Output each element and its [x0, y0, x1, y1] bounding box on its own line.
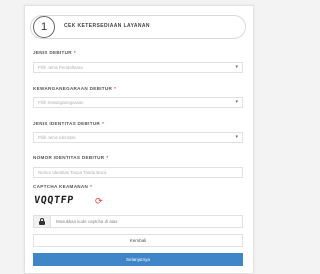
captcha-input-placeholder: Masukkan kode captcha di atas	[56, 219, 118, 224]
kewarganegaraan-placeholder: Pilih Kewarganegaraan	[38, 100, 84, 105]
form-card: 1 CEK KETERSEDIAAN LAYANAN JENIS DEBITUR…	[24, 5, 254, 274]
chevron-down-icon: ▾	[235, 64, 238, 70]
captcha-input[interactable]: Masukkan kode captcha di atas	[33, 215, 243, 228]
kewarganegaraan-select[interactable]: Pilih Kewarganegaraan ▾	[33, 97, 243, 108]
jenis-debitur-select[interactable]: Pilih Jenis Pendaftaran ▾	[33, 62, 243, 73]
chevron-down-icon: ▾	[235, 99, 238, 105]
nomor-identitas-placeholder: Nomor Identitas Tanpa Tanda Baca	[38, 170, 107, 175]
required-mark: *	[73, 50, 76, 55]
step-number: 1	[33, 16, 55, 38]
jenis-debitur-label-text: JENIS DEBITUR	[33, 50, 72, 55]
jenis-identitas-placeholder: Pilih Jenis Identitas	[38, 135, 76, 140]
back-button[interactable]: Kembali	[33, 234, 243, 247]
jenis-debitur-label: JENIS DEBITUR *	[33, 50, 76, 55]
lock-icon-box	[34, 216, 51, 227]
page-title: CEK KETERSEDIAAN LAYANAN	[64, 23, 150, 29]
kewarganegaraan-label-text: KEWARGANEGARAAN DEBITUR	[33, 86, 113, 91]
jenis-identitas-label-text: JENIS IDENTITAS DEBITUR	[33, 121, 101, 126]
nomor-identitas-input[interactable]: Nomor Identitas Tanpa Tanda Baca	[33, 167, 243, 178]
nomor-identitas-label-text: NOMOR IDENTITAS DEBITUR	[33, 155, 105, 160]
required-mark: *	[90, 184, 93, 189]
captcha-label: CAPTCHA KEAMANAN *	[33, 184, 92, 189]
nomor-identitas-label: NOMOR IDENTITAS DEBITUR *	[33, 155, 108, 160]
next-button[interactable]: Selanjutnya	[33, 253, 243, 266]
required-mark: *	[102, 121, 105, 126]
jenis-identitas-label: JENIS IDENTITAS DEBITUR *	[33, 121, 104, 126]
captcha-label-text: CAPTCHA KEAMANAN	[33, 184, 89, 189]
required-mark: *	[114, 86, 117, 91]
refresh-icon[interactable]: ⟳	[95, 196, 103, 206]
jenis-identitas-select[interactable]: Pilih Jenis Identitas ▾	[33, 132, 243, 143]
required-mark: *	[106, 155, 109, 160]
step-header: 1 CEK KETERSEDIAAN LAYANAN	[30, 15, 246, 39]
captcha-image: VQQTFP	[33, 195, 75, 206]
kewarganegaraan-label: KEWARGANEGARAAN DEBITUR *	[33, 86, 116, 91]
chevron-down-icon: ▾	[235, 134, 238, 140]
jenis-debitur-placeholder: Pilih Jenis Pendaftaran	[38, 65, 83, 70]
lock-icon-body	[39, 221, 45, 225]
